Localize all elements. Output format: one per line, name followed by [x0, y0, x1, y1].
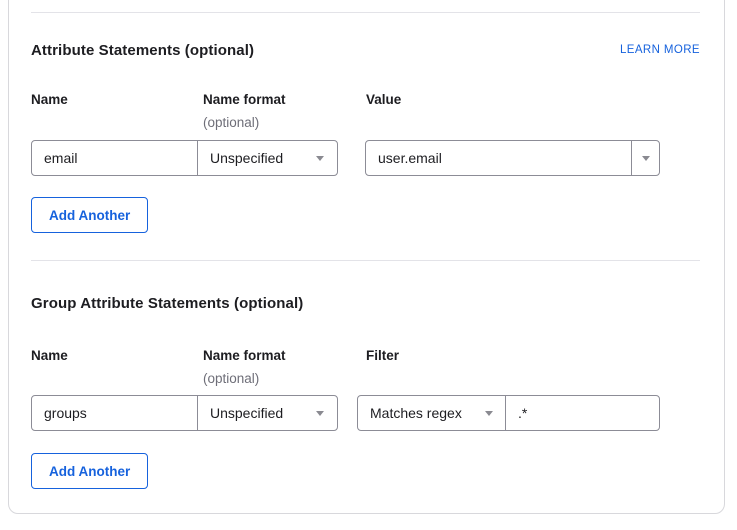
- attr-value-dropdown-button[interactable]: [631, 141, 659, 175]
- section-divider: [31, 260, 700, 261]
- attr-name-input[interactable]: [32, 141, 197, 175]
- group-attribute-statements-section: Group Attribute Statements (optional) Na…: [31, 294, 700, 489]
- group-attribute-statements-title: Group Attribute Statements (optional): [31, 295, 303, 312]
- column-labels: Name Name format Filter (optional): [31, 349, 700, 386]
- selected-option-label: Unspecified: [210, 150, 283, 166]
- attribute-statements-section: Attribute Statements (optional) LEARN MO…: [31, 41, 700, 233]
- section-header: Attribute Statements (optional) LEARN MO…: [31, 41, 700, 59]
- empty-cell: [366, 116, 700, 130]
- group-name-format-select[interactable]: Unspecified: [197, 396, 336, 430]
- attribute-row: Unspecified: [31, 140, 700, 176]
- column-labels: Name Name format Value (optional): [31, 93, 700, 130]
- attr-name-format-select[interactable]: Unspecified: [197, 141, 336, 175]
- saml-settings-card: Attribute Statements (optional) LEARN MO…: [8, 0, 725, 514]
- filter-column-label: Filter: [366, 349, 700, 363]
- attr-name-and-format-group: Unspecified: [31, 140, 338, 176]
- caret-down-icon: [642, 156, 650, 161]
- name-format-column-label: Name format: [203, 349, 366, 363]
- selected-option-label: Unspecified: [210, 405, 283, 421]
- empty-cell: [31, 372, 203, 386]
- group-attribute-row: Unspecified Matches regex: [31, 395, 700, 431]
- name-column-label: Name: [31, 349, 203, 363]
- name-format-column-label: Name format: [203, 93, 366, 107]
- learn-more-link[interactable]: LEARN MORE: [620, 44, 700, 56]
- empty-cell: [366, 372, 700, 386]
- empty-cell: [31, 116, 203, 130]
- caret-down-icon: [316, 411, 324, 416]
- name-format-optional-note: (optional): [203, 372, 366, 386]
- caret-down-icon: [316, 156, 324, 161]
- top-divider: [31, 12, 700, 13]
- attr-value-group: [365, 140, 660, 176]
- name-column-label: Name: [31, 93, 203, 107]
- add-another-attribute-button[interactable]: Add Another: [31, 197, 148, 233]
- group-name-input[interactable]: [32, 396, 197, 430]
- selected-option-label: Matches regex: [370, 405, 462, 421]
- group-filter-value-input[interactable]: [505, 396, 658, 430]
- add-another-group-attribute-button[interactable]: Add Another: [31, 453, 148, 489]
- group-filter-type-select[interactable]: Matches regex: [358, 396, 505, 430]
- attr-value-input[interactable]: [366, 141, 631, 175]
- card-content: Attribute Statements (optional) LEARN MO…: [9, 12, 724, 489]
- group-filter-group: Matches regex: [357, 395, 660, 431]
- group-name-and-format-group: Unspecified: [31, 395, 338, 431]
- name-format-optional-note: (optional): [203, 116, 366, 130]
- section-header: Group Attribute Statements (optional): [31, 294, 700, 312]
- attribute-statements-title: Attribute Statements (optional): [31, 42, 254, 59]
- caret-down-icon: [485, 411, 493, 416]
- value-column-label: Value: [366, 93, 700, 107]
